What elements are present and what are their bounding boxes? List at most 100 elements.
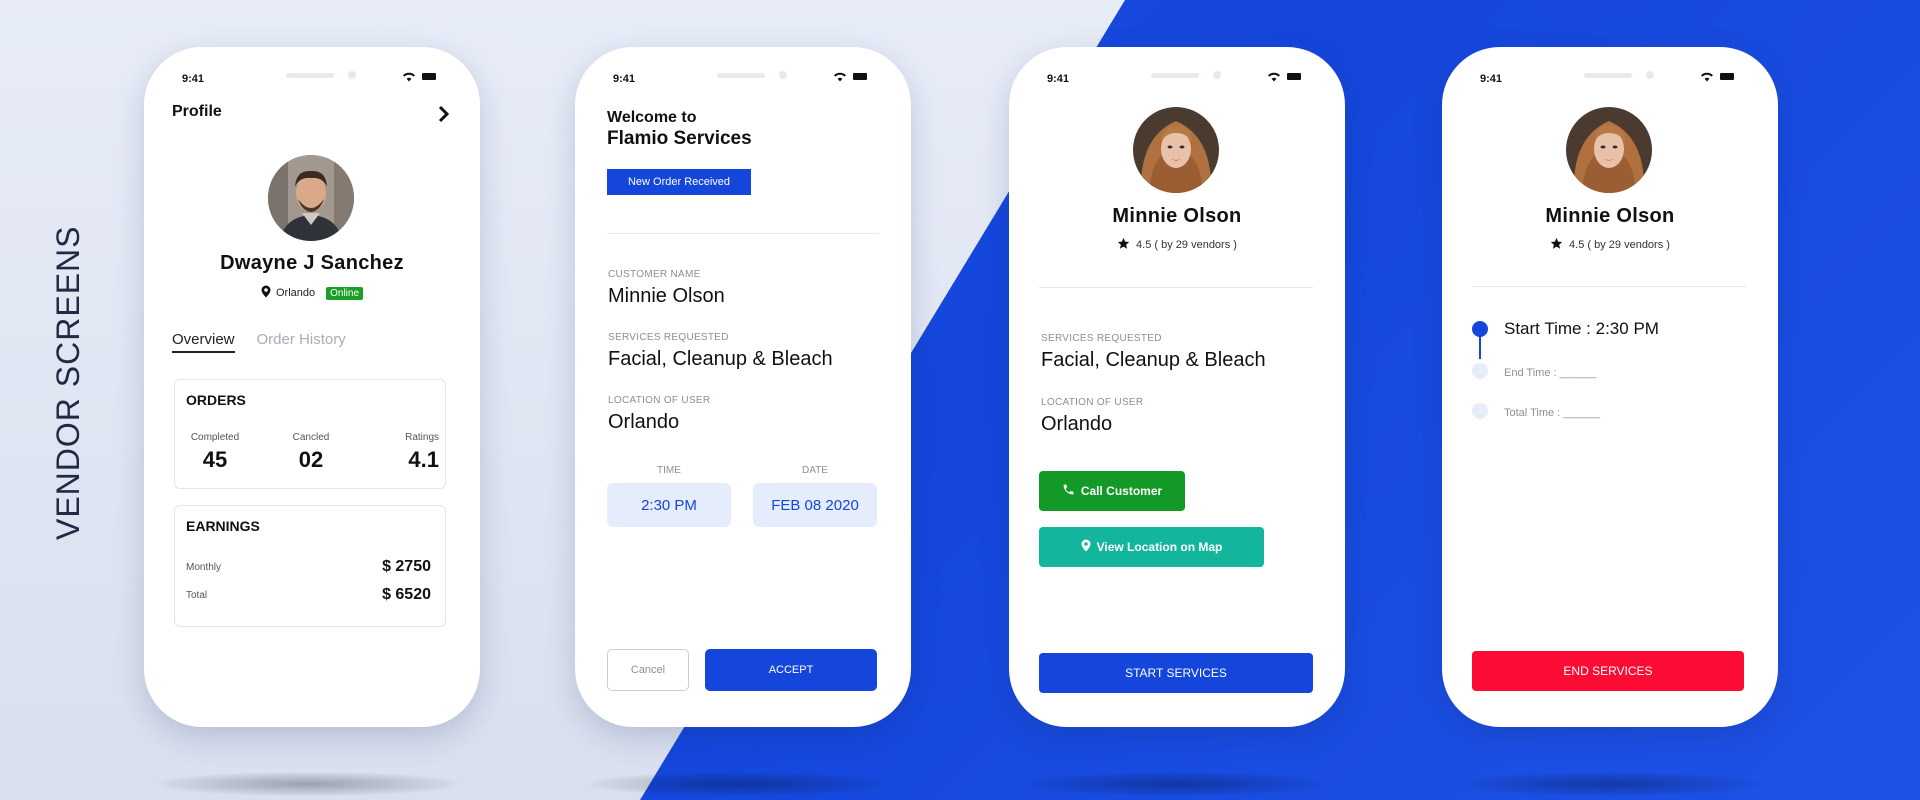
earnings-row-monthly: Monthly $ 2750 — [186, 558, 431, 576]
notch-camera — [1213, 71, 1221, 79]
date-pill: FEB 08 2020 — [753, 483, 877, 527]
tab-order-history[interactable]: Order History — [257, 331, 346, 353]
avatar — [1133, 107, 1219, 193]
wifi-icon — [1267, 71, 1281, 82]
star-icon — [1117, 237, 1130, 253]
user-name: Dwayne J Sanchez — [220, 252, 404, 274]
location-text: Orlando — [275, 287, 316, 299]
stat-completed: Completed 45 — [185, 432, 245, 473]
location-pin-icon — [1081, 539, 1091, 555]
location-value: Orlando — [1041, 413, 1113, 435]
phone-shadow — [158, 772, 458, 796]
wifi-icon — [833, 71, 847, 82]
chevron-right-icon[interactable] — [438, 105, 450, 128]
side-title: VENDOR SCREENS — [50, 225, 86, 541]
status-icons — [1267, 71, 1301, 82]
divider — [1039, 287, 1313, 288]
view-location-button[interactable]: View Location on Map — [1039, 527, 1264, 567]
customer-name: Minnie Olson — [1545, 205, 1675, 227]
avatar — [268, 155, 354, 241]
services-value: Facial, Cleanup & Bleach — [1041, 349, 1266, 371]
notch-speaker — [286, 73, 334, 78]
call-customer-button[interactable]: Call Customer — [1039, 471, 1185, 511]
notch-camera — [348, 71, 356, 79]
start-time-text: Start Time : 2:30 PM — [1504, 319, 1659, 338]
customer-name-value: Minnie Olson — [608, 285, 725, 307]
phone-shadow — [589, 772, 889, 796]
start-services-button[interactable]: START SERVICES — [1039, 653, 1313, 693]
status-icons — [833, 71, 867, 82]
view-location-label: View Location on Map — [1096, 540, 1223, 554]
date-label: DATE — [802, 465, 828, 476]
services-label: SERVICES REQUESTED — [608, 332, 729, 343]
accept-button[interactable]: ACCEPT — [705, 649, 877, 691]
earnings-label: Monthly — [186, 561, 222, 573]
status-badge: Online — [326, 286, 364, 300]
timeline-dot-active — [1472, 321, 1488, 337]
notch-camera — [779, 71, 787, 79]
stat-value: 45 — [202, 447, 228, 472]
notch-speaker — [1584, 73, 1632, 78]
divider — [1472, 286, 1746, 287]
phone-icon — [1062, 483, 1075, 499]
page-title: Profile — [172, 103, 222, 120]
notch-camera — [1646, 71, 1654, 79]
profile-tabs: Overview Order History — [172, 331, 346, 353]
stat-value: 4.1 — [408, 447, 439, 472]
stat-ratings: Ratings 4.1 — [385, 432, 439, 473]
total-time-text: Total Time : ______ — [1504, 407, 1601, 419]
location-value: Orlando — [608, 411, 680, 433]
earnings-card: EARNINGS Monthly $ 2750 Total $ 6520 — [174, 505, 446, 627]
star-icon — [1550, 237, 1563, 253]
notch-speaker — [717, 73, 765, 78]
rating-text: 4.5 ( by 29 vendors ) — [1136, 239, 1237, 251]
phone-shadow — [1460, 772, 1760, 796]
stat-label: Completed — [190, 432, 240, 443]
battery-icon — [422, 73, 436, 80]
time-label: TIME — [657, 465, 681, 476]
status-time: 9:41 — [1480, 73, 1503, 85]
earnings-value: $ 6520 — [382, 586, 431, 603]
status-icons — [402, 71, 436, 82]
phone-service-timer-screen: 9:41 Minnie Olson 4.5 ( by 29 vendors ) … — [1442, 47, 1778, 727]
tab-overview[interactable]: Overview — [172, 331, 235, 353]
rating-text: 4.5 ( by 29 vendors ) — [1569, 239, 1670, 251]
rating-row: 4.5 ( by 29 vendors ) — [1442, 237, 1778, 253]
stat-value: 02 — [298, 447, 324, 472]
battery-icon — [1287, 73, 1301, 80]
earnings-row-total: Total $ 6520 — [186, 586, 431, 604]
welcome-app-name: Flamio Services — [607, 128, 752, 149]
status-time: 9:41 — [182, 73, 205, 85]
stat-label: Cancled — [292, 432, 330, 443]
phone-profile-screen: 9:41 Profile Dwayne J Sanchez Orlando On… — [144, 47, 480, 727]
call-customer-label: Call Customer — [1080, 484, 1163, 498]
timeline-dot — [1472, 363, 1488, 379]
earnings-value: $ 2750 — [382, 558, 431, 575]
earnings-heading: EARNINGS — [186, 518, 260, 534]
status-time: 9:41 — [613, 73, 636, 85]
time-pill: 2:30 PM — [607, 483, 731, 527]
status-icons — [1700, 71, 1734, 82]
services-label: SERVICES REQUESTED — [1041, 333, 1162, 344]
stat-cancled: Cancled 02 — [281, 432, 341, 473]
location-label: LOCATION OF USER — [1041, 397, 1144, 408]
rating-row: 4.5 ( by 29 vendors ) — [1009, 237, 1345, 253]
earnings-label: Total — [186, 589, 208, 601]
new-order-button[interactable]: New Order Received — [607, 169, 751, 195]
orders-card: ORDERS Completed 45 Cancled 02 Ratings 4… — [174, 379, 446, 489]
services-value: Facial, Cleanup & Bleach — [608, 348, 833, 370]
avatar — [1566, 107, 1652, 193]
location-pin-icon — [261, 285, 271, 301]
wifi-icon — [402, 71, 416, 82]
end-services-button[interactable]: END SERVICES — [1472, 651, 1744, 691]
customer-name: Minnie Olson — [1112, 205, 1242, 227]
welcome-heading: Welcome to Flamio Services — [607, 107, 752, 149]
orders-heading: ORDERS — [186, 392, 246, 408]
cancel-button[interactable]: Cancel — [607, 649, 689, 691]
location-label: LOCATION OF USER — [608, 395, 711, 406]
welcome-line: Welcome to — [607, 109, 697, 126]
battery-icon — [1720, 73, 1734, 80]
end-time-text: End Time : ______ — [1504, 367, 1597, 379]
stat-label: Ratings — [405, 432, 439, 443]
status-time: 9:41 — [1047, 73, 1070, 85]
